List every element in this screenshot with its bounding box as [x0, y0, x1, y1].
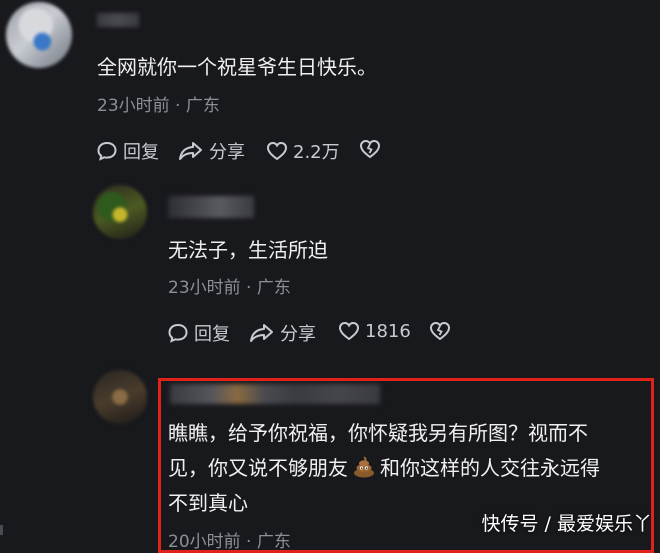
reply-label: 回复: [194, 324, 230, 345]
avatar[interactable]: [6, 2, 72, 68]
share-arrow-icon: [179, 142, 202, 160]
comment-text-line-1: 瞧瞧，给予你祝福，你怀疑我另有所图？视而不: [168, 421, 588, 445]
reply-label: 回复: [123, 142, 159, 163]
comment-bubble-icon: [97, 141, 117, 161]
comment-text-line-3: 不到真心: [168, 491, 248, 515]
broken-heart-icon: [429, 321, 451, 341]
watermark: 快传号 / 最爱娱乐丫: [481, 513, 652, 535]
share-label: 分享: [209, 142, 245, 163]
heart-icon: [338, 321, 360, 341]
edge-marker: [0, 525, 3, 535]
comment-text: 无法子，生活所迫: [168, 238, 328, 262]
comment-meta: 23小时前 · 广东: [168, 278, 291, 298]
avatar[interactable]: [93, 370, 147, 424]
heart-icon: [266, 141, 288, 161]
like-count: 1816: [365, 320, 411, 342]
dislike-button[interactable]: [429, 320, 456, 342]
share-button[interactable]: 分享: [249, 320, 316, 346]
like-count: 2.2万: [293, 142, 340, 163]
reply-button[interactable]: 回复: [167, 320, 230, 346]
username-blurred[interactable]: [168, 196, 254, 218]
comment-text-segment: 和你这样的人交往永远得: [380, 456, 600, 480]
share-arrow-icon: [250, 324, 273, 342]
dislike-button[interactable]: [359, 138, 386, 160]
share-button[interactable]: 分享: [178, 138, 245, 164]
username-blurred[interactable]: [97, 13, 139, 27]
avatar[interactable]: [93, 185, 147, 239]
reply-button[interactable]: 回复: [96, 138, 159, 164]
like-button[interactable]: 1816: [338, 320, 411, 342]
comment-text: 全网就你一个祝星爷生日快乐。: [97, 55, 377, 79]
comment-meta: 23小时前 · 广东: [97, 96, 220, 116]
comment-bubble-icon: [168, 323, 188, 343]
like-button[interactable]: 2.2万: [266, 138, 340, 164]
poop-emoji-icon: [354, 456, 374, 478]
comment-text-line-2: 见，你又说不够朋友 和你这样的人交往永远得: [168, 453, 600, 483]
share-label: 分享: [280, 324, 316, 345]
broken-heart-icon: [359, 139, 381, 159]
comment-text-segment: 见，你又说不够朋友: [168, 456, 348, 480]
